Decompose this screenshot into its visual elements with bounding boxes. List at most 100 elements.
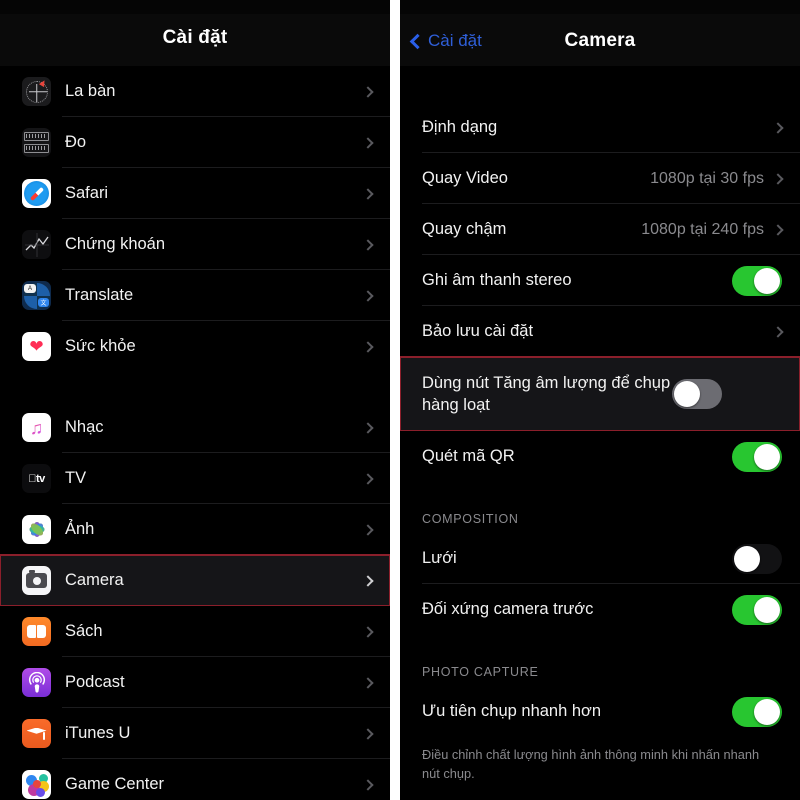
- row-label: Sách: [65, 622, 103, 640]
- chevron-right-icon: [362, 85, 374, 98]
- chevron-right-icon: [362, 340, 374, 353]
- sidebar-item-anh[interactable]: Ảnh: [0, 504, 390, 555]
- row-luoi[interactable]: Lưới: [400, 533, 800, 584]
- stocks-icon: [22, 230, 51, 259]
- measure-icon: [22, 128, 51, 157]
- dual-phone-screenshot: Cài đặt La bàn Đo Safari Chứng khoán A 文…: [0, 0, 800, 800]
- photo-capture-footnote: Điều chỉnh chất lượng hình ảnh thông min…: [400, 737, 800, 784]
- page-title-settings: Cài đặt: [162, 27, 228, 48]
- row-volume-up-burst[interactable]: Dùng nút Tăng âm lượng để chụp hàng loạt: [400, 356, 800, 432]
- composition-list: Lưới Đối xứng camera trước: [400, 533, 800, 635]
- chevron-right-icon: [362, 574, 374, 587]
- row-label: Ảnh: [65, 520, 95, 538]
- sidebar-item-game-center[interactable]: Game Center: [0, 759, 390, 800]
- row-label: Quét mã QR: [422, 447, 515, 465]
- game-center-icon: [22, 770, 51, 799]
- row-label: Translate: [65, 286, 134, 304]
- chevron-right-icon: [772, 325, 784, 338]
- toggle-prioritize-faster-shooting[interactable]: [732, 696, 782, 727]
- status-bar-left: [0, 0, 390, 14]
- status-bar-right: [400, 0, 800, 14]
- sidebar-item-la-ban[interactable]: La bàn: [0, 66, 390, 117]
- chevron-right-icon: [362, 136, 374, 149]
- row-label: La bàn: [65, 82, 116, 100]
- translate-icon: A文: [22, 281, 51, 310]
- chevron-right-icon: [772, 121, 784, 134]
- books-icon: [22, 617, 51, 646]
- section-header-photo-capture: PHOTO CAPTURE: [400, 665, 800, 686]
- podcast-icon: [22, 668, 51, 697]
- left-phone-screen: Cài đặt La bàn Đo Safari Chứng khoán A 文…: [0, 0, 390, 800]
- top-spacer: [400, 66, 800, 102]
- row-doi-xung-camera-truoc[interactable]: Đối xứng camera trước: [400, 584, 800, 635]
- music-icon: ♫: [22, 413, 51, 442]
- itunes-u-icon: [22, 719, 51, 748]
- row-uu-tien-chup-nhanh-hon[interactable]: Ưu tiên chụp nhanh hơn: [400, 686, 800, 737]
- row-label: Game Center: [65, 775, 165, 793]
- row-label: Ưu tiên chụp nhanh hơn: [422, 702, 602, 720]
- row-quay-video[interactable]: Quay Video 1080p tại 30 fps: [400, 153, 800, 204]
- sidebar-item-sach[interactable]: Sách: [0, 606, 390, 657]
- chevron-right-icon: [362, 778, 374, 791]
- chevron-right-icon: [772, 172, 784, 185]
- row-label: Bảo lưu cài đặt: [422, 322, 534, 340]
- row-value: 1080p tại 240 fps: [641, 220, 764, 238]
- chevron-right-icon: [362, 472, 374, 485]
- panel-divider: [390, 0, 400, 800]
- chevron-right-icon: [772, 223, 784, 236]
- health-icon: ❤: [22, 332, 51, 361]
- toggle-volume-up-burst[interactable]: [672, 379, 722, 409]
- sidebar-item-camera[interactable]: Camera: [0, 554, 390, 607]
- chevron-right-icon: [362, 187, 374, 200]
- row-label: Camera: [65, 571, 124, 589]
- row-label: iTunes U: [65, 724, 131, 742]
- row-quay-cham[interactable]: Quay chậm 1080p tại 240 fps: [400, 204, 800, 255]
- toggle-stereo-audio[interactable]: [732, 265, 782, 296]
- tv-icon: tv: [22, 464, 51, 493]
- settings-list-group-2: ♫ Nhạc tv TV: [0, 402, 390, 800]
- row-label: Quay Video: [422, 169, 508, 187]
- row-label: Nhạc: [65, 418, 104, 436]
- nav-bar-settings: Cài đặt: [0, 14, 390, 66]
- row-label: Dùng nút Tăng âm lượng để chụp hàng loạt: [422, 373, 671, 414]
- row-quet-ma-qr[interactable]: Quét mã QR: [400, 431, 800, 482]
- list-group-separator: [0, 372, 390, 402]
- sidebar-item-chung-khoan[interactable]: Chứng khoán: [0, 219, 390, 270]
- chevron-right-icon: [362, 727, 374, 740]
- photo-capture-list: Ưu tiên chụp nhanh hơn: [400, 686, 800, 737]
- page-title-camera: Camera: [564, 30, 636, 51]
- photos-icon: [22, 515, 51, 544]
- chevron-right-icon: [362, 676, 374, 689]
- compass-icon: [22, 77, 51, 106]
- row-label: Quay chậm: [422, 220, 507, 238]
- sidebar-item-safari[interactable]: Safari: [0, 168, 390, 219]
- row-label: Chứng khoán: [65, 235, 166, 253]
- sidebar-item-podcast[interactable]: Podcast: [0, 657, 390, 708]
- sidebar-item-suc-khoe[interactable]: ❤ Sức khỏe: [0, 321, 390, 372]
- toggle-mirror-front-camera[interactable]: [732, 594, 782, 625]
- sidebar-item-itunes-u[interactable]: iTunes U: [0, 708, 390, 759]
- toggle-grid[interactable]: [732, 543, 782, 574]
- photo-capture-spacer: [400, 635, 800, 665]
- row-label: Ghi âm thanh stereo: [422, 271, 572, 289]
- row-ghi-am-thanh-stereo[interactable]: Ghi âm thanh stereo: [400, 255, 800, 306]
- nav-bar-camera: Cài đặt Camera: [400, 14, 800, 66]
- toggle-qr-scan[interactable]: [732, 441, 782, 472]
- row-label: Đối xứng camera trước: [422, 600, 594, 618]
- row-dinh-dang[interactable]: Định dạng: [400, 102, 800, 153]
- row-label: Lưới: [422, 549, 457, 567]
- sidebar-item-do[interactable]: Đo: [0, 117, 390, 168]
- chevron-right-icon: [362, 421, 374, 434]
- row-bao-luu-cai-dat[interactable]: Bảo lưu cài đặt: [400, 306, 800, 357]
- section-header-composition: COMPOSITION: [400, 512, 800, 533]
- sidebar-item-tv[interactable]: tv TV: [0, 453, 390, 504]
- row-label: Safari: [65, 184, 109, 202]
- sidebar-item-translate[interactable]: A文 Translate: [0, 270, 390, 321]
- composition-spacer: [400, 482, 800, 512]
- row-label: TV: [65, 469, 87, 487]
- row-label: Sức khỏe: [65, 337, 136, 355]
- sidebar-item-nhac[interactable]: ♫ Nhạc: [0, 402, 390, 453]
- row-label: Đo: [65, 133, 87, 151]
- camera-icon: [22, 566, 51, 595]
- row-label: Podcast: [65, 673, 125, 691]
